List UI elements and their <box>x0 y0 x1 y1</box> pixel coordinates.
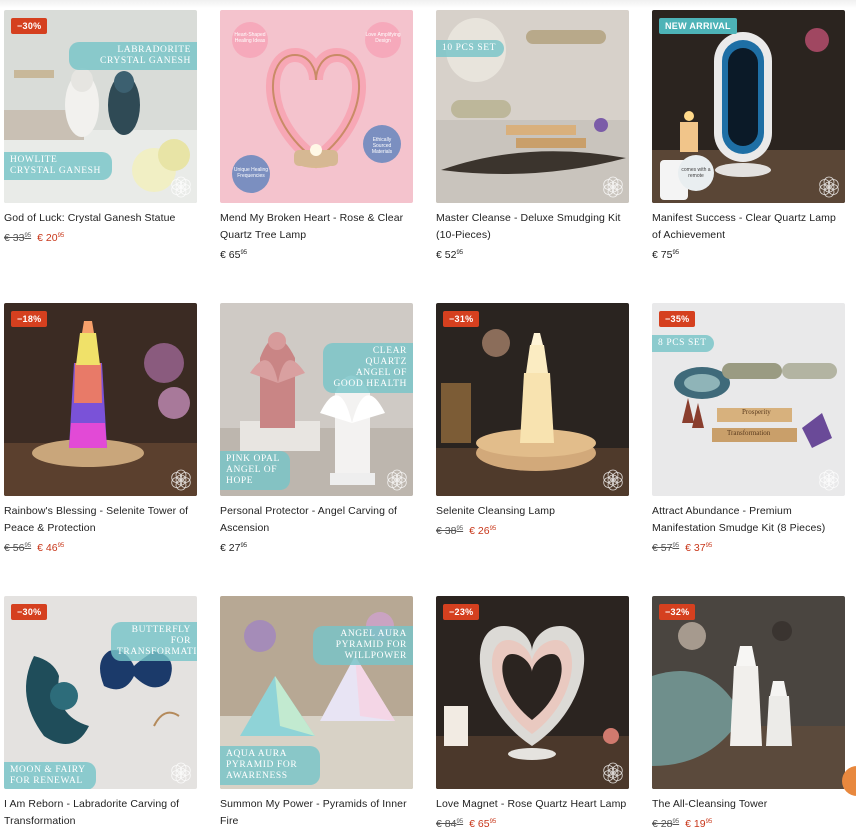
product-card[interactable]: −23% Love Magnet - Rose Quartz Heart Lam… <box>436 596 629 827</box>
original-price: € 3895 <box>436 525 464 537</box>
price-row: € 5295 <box>436 246 629 262</box>
product-card[interactable]: −30% BUTTERFLY FOR TRANSFORMATION MOON &… <box>4 596 197 827</box>
sale-price: € 1995 <box>685 818 713 827</box>
sale-price: € 4695 <box>37 542 65 554</box>
price: € 5295 <box>436 249 464 261</box>
original-price: € 2895 <box>652 818 680 827</box>
product-title[interactable]: Personal Protector - Angel Carving of As… <box>220 503 413 537</box>
image-caption: MOON & FAIRY FOR RENEWAL <box>4 762 96 789</box>
discount-badge: −35% <box>659 311 696 327</box>
product-image[interactable]: −23% <box>436 596 629 789</box>
product-card[interactable]: −18% Rainbow's Blessing - Selenite Tower… <box>4 303 197 555</box>
price-row: € 7595 <box>652 246 845 262</box>
flower-of-life-icon <box>171 176 191 198</box>
product-image[interactable]: −31% <box>436 303 629 496</box>
product-card[interactable]: Heart-Shaped Healing Ideas Love Amplifyi… <box>220 10 413 262</box>
product-image[interactable]: CLEAR QUARTZ ANGEL OF GOOD HEALTH PINK O… <box>220 303 413 496</box>
price-row: € 6595 <box>220 246 413 262</box>
product-title[interactable]: Selenite Cleansing Lamp <box>436 503 629 520</box>
feature-circle: Heart-Shaped Healing Ideas <box>232 22 268 58</box>
product-card[interactable]: −32% The All-Cleansing Tower € 2895 € 199… <box>652 596 845 827</box>
product-card[interactable]: −35% 8 PCS SET Prosperity Transformation… <box>652 303 845 555</box>
price: € 2795 <box>220 542 248 554</box>
feature-circle: Ethically Sourced Materials <box>363 125 401 163</box>
price-row: € 5695 € 4695 <box>4 539 197 555</box>
discount-badge: −32% <box>659 604 696 620</box>
product-image[interactable]: −32% <box>652 596 845 789</box>
product-title[interactable]: Summon My Power - Pyramids of Inner Fire <box>220 796 413 827</box>
product-title[interactable]: Mend My Broken Heart - Rose & Clear Quar… <box>220 210 413 244</box>
new-arrival-badge: NEW ARRIVAL <box>659 18 737 34</box>
product-card[interactable]: CLEAR QUARTZ ANGEL OF GOOD HEALTH PINK O… <box>220 303 413 555</box>
feature-circle: Love Amplifying Design <box>365 22 401 58</box>
flower-of-life-icon <box>171 762 191 784</box>
product-image[interactable]: −30% BUTTERFLY FOR TRANSFORMATION MOON &… <box>4 596 197 789</box>
image-caption: PINK OPAL ANGEL OF HOPE <box>220 451 290 490</box>
product-card[interactable]: NEW ARRIVAL comes with a remote Manifest… <box>652 10 845 262</box>
original-price: € 5695 <box>4 542 32 554</box>
discount-badge: −31% <box>443 311 480 327</box>
product-title[interactable]: Attract Abundance - Premium Manifestatio… <box>652 503 845 537</box>
product-card[interactable]: ANGEL AURA PYRAMID FOR WILLPOWER AQUA AU… <box>220 596 413 827</box>
product-image[interactable]: Heart-Shaped Healing Ideas Love Amplifyi… <box>220 10 413 203</box>
image-caption: 10 PCS SET <box>436 40 504 57</box>
price-row: € 3895 € 2695 <box>436 522 629 538</box>
product-card[interactable]: 10 PCS SET Master Cleanse - Deluxe Smudg… <box>436 10 629 262</box>
flower-of-life-icon <box>819 469 839 491</box>
price-row: € 2795 <box>220 539 413 555</box>
flower-of-life-icon <box>603 762 623 784</box>
discount-badge: −18% <box>11 311 48 327</box>
product-title[interactable]: The All-Cleansing Tower <box>652 796 845 813</box>
image-caption: HOWLITE CRYSTAL GANESH <box>4 152 112 180</box>
product-card[interactable]: −31% Selenite Cleansing Lamp € 3895 € 269… <box>436 303 629 538</box>
feature-circle: Unique Healing Frequencies <box>232 155 270 193</box>
flower-of-life-icon <box>171 469 191 491</box>
flower-of-life-icon <box>603 469 623 491</box>
product-title[interactable]: I Am Reborn - Labradorite Carving of Tra… <box>4 796 197 827</box>
image-caption: 8 PCS SET <box>652 335 714 352</box>
product-title[interactable]: God of Luck: Crystal Ganesh Statue <box>4 210 197 227</box>
price-row: € 3395 € 2095 <box>4 229 197 245</box>
price-row: € 2895 € 1995 <box>652 815 845 827</box>
product-image[interactable]: −18% <box>4 303 197 496</box>
sale-price: € 2095 <box>37 232 65 244</box>
flower-of-life-icon <box>819 176 839 198</box>
product-image[interactable]: −30% LABRADORITE CRYSTAL GANESH HOWLITE … <box>4 10 197 203</box>
product-title[interactable]: Rainbow's Blessing - Selenite Tower of P… <box>4 503 197 537</box>
original-price: € 3395 <box>4 232 32 244</box>
stick-label: Prosperity <box>742 408 771 416</box>
product-title[interactable]: Master Cleanse - Deluxe Smudging Kit (10… <box>436 210 629 244</box>
price-row: € 8495 € 6595 <box>436 815 629 827</box>
original-price: € 5795 <box>652 542 680 554</box>
image-caption: ANGEL AURA PYRAMID FOR WILLPOWER <box>313 626 413 665</box>
image-caption: BUTTERFLY FOR TRANSFORMATION <box>111 622 197 661</box>
image-caption: AQUA AURA PYRAMID FOR AWARENESS <box>220 746 320 785</box>
product-image[interactable]: NEW ARRIVAL comes with a remote <box>652 10 845 203</box>
price: € 6595 <box>220 249 248 261</box>
top-divider <box>0 0 856 8</box>
product-title[interactable]: Manifest Success - Clear Quartz Lamp of … <box>652 210 845 244</box>
sale-price: € 3795 <box>685 542 713 554</box>
product-title[interactable]: Love Magnet - Rose Quartz Heart Lamp <box>436 796 629 813</box>
sale-price: € 2695 <box>469 525 497 537</box>
original-price: € 8495 <box>436 818 464 827</box>
sale-price: € 6595 <box>469 818 497 827</box>
product-image[interactable]: 10 PCS SET <box>436 10 629 203</box>
product-image[interactable]: −35% 8 PCS SET Prosperity Transformation <box>652 303 845 496</box>
price-row: € 5795 € 3795 <box>652 539 845 555</box>
discount-badge: −30% <box>11 18 48 34</box>
flower-of-life-icon <box>603 176 623 198</box>
image-caption: LABRADORITE CRYSTAL GANESH <box>69 42 197 70</box>
product-card[interactable]: −30% LABRADORITE CRYSTAL GANESH HOWLITE … <box>4 10 197 245</box>
stick-label: Transformation <box>727 429 771 437</box>
discount-badge: −23% <box>443 604 480 620</box>
product-image[interactable]: ANGEL AURA PYRAMID FOR WILLPOWER AQUA AU… <box>220 596 413 789</box>
flower-of-life-icon <box>387 469 407 491</box>
image-caption: CLEAR QUARTZ ANGEL OF GOOD HEALTH <box>323 343 413 393</box>
price: € 7595 <box>652 249 680 261</box>
discount-badge: −30% <box>11 604 48 620</box>
feature-circle: comes with a remote <box>678 155 714 191</box>
